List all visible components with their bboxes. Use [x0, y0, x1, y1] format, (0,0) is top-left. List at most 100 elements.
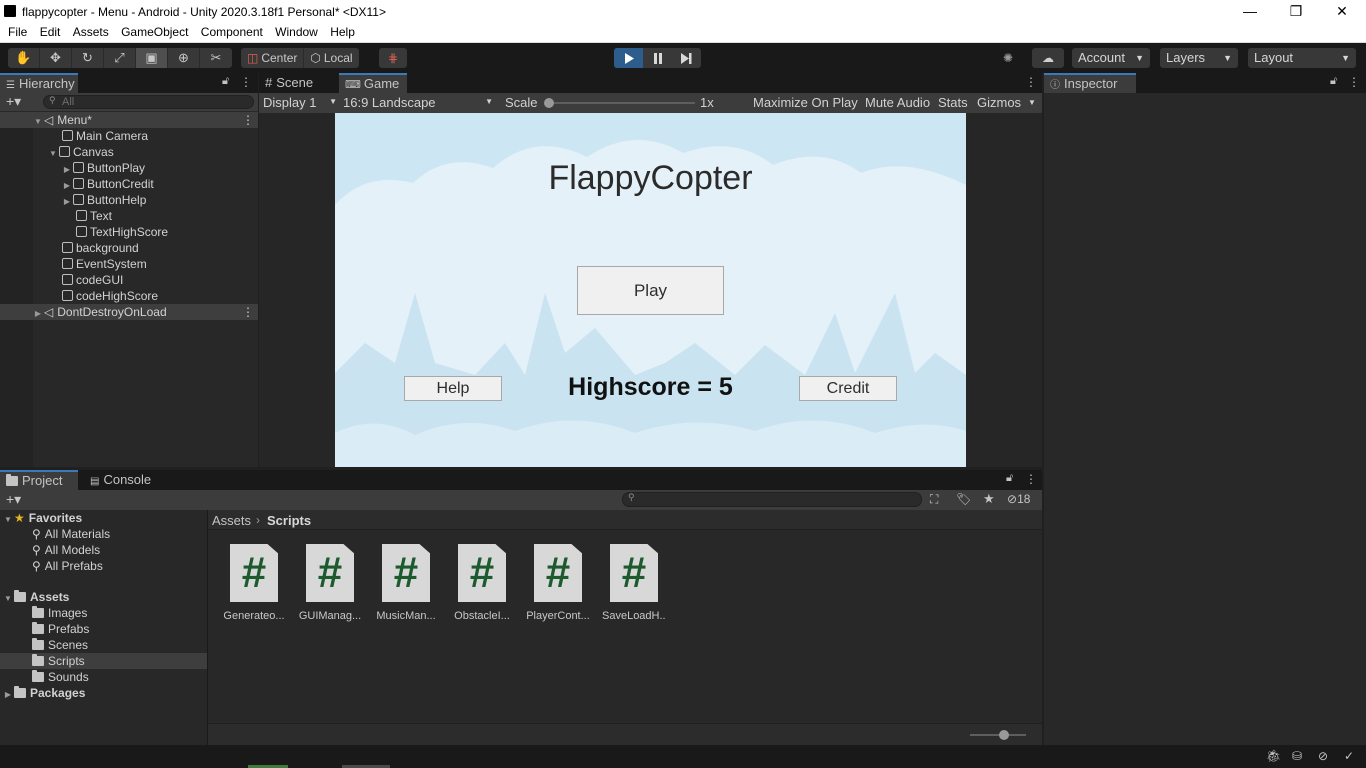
transform-tool-icon[interactable]: ⊕: [168, 48, 200, 68]
more-options-icon[interactable]: ⋮: [240, 75, 252, 89]
more-options-icon[interactable]: ⋮: [1025, 75, 1037, 89]
favorite-all-prefabs[interactable]: ⚲ All Prefabs: [32, 558, 103, 574]
tab-inspector[interactable]: ⓘ Inspector: [1044, 73, 1136, 93]
hidden-packages-toggle[interactable]: ⊘18: [1007, 492, 1030, 506]
help-game-button[interactable]: Help: [404, 376, 502, 401]
layout-dropdown[interactable]: Layout ▼: [1248, 48, 1356, 68]
favorite-all-materials[interactable]: ⚲ All Materials: [32, 526, 110, 542]
filter-by-type-icon[interactable]: ⛶: [930, 492, 938, 507]
hand-tool-icon[interactable]: ✋: [8, 48, 40, 68]
services-button[interactable]: ✺: [994, 48, 1022, 68]
tab-project[interactable]: Project: [0, 470, 78, 490]
hierarchy-item-main-camera[interactable]: Main Camera: [0, 128, 148, 144]
lock-icon[interactable]: 🔓︎: [222, 75, 229, 88]
hierarchy-item-buttonplay[interactable]: ▶ ButtonPlay: [0, 160, 145, 176]
script-asset[interactable]: # ObstacleI...: [450, 544, 514, 622]
tab-console[interactable]: ▤ Console: [84, 470, 164, 490]
custom-tool-icon[interactable]: ✂: [200, 48, 232, 68]
collab-button[interactable]: ☁: [1032, 48, 1064, 68]
menu-window[interactable]: Window: [275, 24, 318, 39]
folder-prefabs[interactable]: Prefabs: [32, 621, 89, 637]
aspect-dropdown[interactable]: 16:9 Landscape ▼: [343, 95, 495, 111]
create-add-button[interactable]: +▾: [6, 491, 21, 508]
debug-icon[interactable]: 🐞︎: [1266, 749, 1281, 763]
create-add-button[interactable]: +▾: [6, 93, 21, 110]
hierarchy-item-text[interactable]: Text: [0, 208, 112, 224]
scene-row-menu[interactable]: ▼ ◁ Menu* ⋮: [0, 112, 258, 128]
folder-scenes[interactable]: Scenes: [32, 637, 88, 653]
tab-game[interactable]: ⌨ Game: [339, 73, 407, 93]
stats-toggle[interactable]: Stats: [938, 95, 968, 110]
script-asset[interactable]: # Generateo...: [222, 544, 286, 622]
folder-scripts[interactable]: Scripts: [0, 653, 207, 669]
menu-gameobject[interactable]: GameObject: [121, 24, 188, 39]
credit-game-button[interactable]: Credit: [799, 376, 897, 401]
hierarchy-search-input[interactable]: ⚲ All: [43, 95, 254, 109]
menu-edit[interactable]: Edit: [40, 24, 61, 39]
maximize-on-play-toggle[interactable]: Maximize On Play: [753, 95, 858, 110]
project-search-input[interactable]: ⚲: [622, 492, 922, 507]
maximize-button[interactable]: ❐: [1273, 0, 1319, 24]
close-button[interactable]: ✕: [1319, 0, 1365, 24]
status-check-icon[interactable]: ✓: [1344, 749, 1354, 763]
menu-help[interactable]: Help: [330, 24, 355, 39]
icon-size-slider-handle[interactable]: [999, 730, 1009, 740]
hierarchy-item-canvas[interactable]: ▼ Canvas: [0, 144, 114, 160]
scene-row-dontdestroyonload[interactable]: ▶ ◁ DontDestroyOnLoad ⋮: [0, 304, 258, 320]
folder-images[interactable]: Images: [32, 605, 87, 621]
hierarchy-item-background[interactable]: background: [0, 240, 139, 256]
hierarchy-item-eventsystem[interactable]: EventSystem: [0, 256, 147, 272]
snap-grid-button[interactable]: ⋕: [379, 48, 407, 68]
hierarchy-item-texthighscore[interactable]: TextHighScore: [0, 224, 168, 240]
account-dropdown[interactable]: Account ▼: [1072, 48, 1150, 68]
hierarchy-item-codegui[interactable]: codeGUI: [0, 272, 123, 288]
lock-icon[interactable]: 🔓︎: [1006, 472, 1013, 485]
gizmos-dropdown-icon[interactable]: ▼: [1028, 98, 1036, 107]
tab-hierarchy[interactable]: ☰ Hierarchy: [0, 73, 78, 93]
play-button[interactable]: [614, 48, 643, 68]
step-button[interactable]: [672, 48, 701, 68]
minimize-button[interactable]: —: [1227, 0, 1273, 24]
hierarchy-item-buttoncredit[interactable]: ▶ ButtonCredit: [0, 176, 154, 192]
gizmos-toggle[interactable]: Gizmos: [977, 95, 1021, 110]
display-dropdown[interactable]: Display 1 ▼: [263, 95, 339, 111]
pause-button[interactable]: [643, 48, 672, 68]
tab-scene[interactable]: # Scene: [259, 73, 337, 93]
move-tool-icon[interactable]: ✥: [40, 48, 72, 68]
scale-slider-track[interactable]: [545, 102, 695, 104]
folder-sounds[interactable]: Sounds: [32, 669, 89, 685]
menu-file[interactable]: File: [8, 24, 27, 39]
filter-by-label-icon[interactable]: 🏷︎: [956, 492, 971, 506]
more-options-icon[interactable]: ⋮: [242, 304, 254, 320]
breadcrumb-assets[interactable]: Assets: [212, 513, 251, 528]
pivot-center-toggle[interactable]: ◫ Center: [241, 48, 305, 68]
more-options-icon[interactable]: ⋮: [242, 112, 254, 128]
play-game-button[interactable]: Play: [577, 266, 724, 315]
more-options-icon[interactable]: ⋮: [1025, 472, 1037, 486]
packages-row[interactable]: ▶ Packages: [0, 685, 85, 701]
script-asset[interactable]: # PlayerCont...: [526, 544, 590, 622]
space-local-toggle[interactable]: ⬡ Local: [304, 48, 358, 68]
game-canvas[interactable]: FlappyCopter Play Help Credit Highscore …: [335, 113, 966, 467]
more-options-icon[interactable]: ⋮: [1348, 75, 1360, 89]
scale-tool-icon[interactable]: ⤢: [104, 48, 136, 68]
icon-size-slider-track[interactable]: [970, 734, 1026, 736]
assets-row[interactable]: ▼ Assets: [0, 589, 69, 605]
favorite-all-models[interactable]: ⚲ All Models: [32, 542, 100, 558]
mute-audio-toggle[interactable]: Mute Audio: [865, 95, 930, 110]
favorites-row[interactable]: ▼ ★ Favorites: [0, 510, 82, 526]
breadcrumb-scripts[interactable]: Scripts: [267, 513, 311, 528]
script-asset[interactable]: # MusicMan...: [374, 544, 438, 622]
rect-tool-icon[interactable]: ▣: [136, 48, 168, 68]
rotate-tool-icon[interactable]: ↻: [72, 48, 104, 68]
cache-server-icon[interactable]: ⛁: [1292, 749, 1302, 763]
auto-generate-lighting-icon[interactable]: ⊘: [1318, 749, 1328, 763]
script-asset[interactable]: # GUIManag...: [298, 544, 362, 622]
favorite-star-icon[interactable]: ★: [983, 491, 995, 507]
hierarchy-item-buttonhelp[interactable]: ▶ ButtonHelp: [0, 192, 146, 208]
menu-assets[interactable]: Assets: [73, 24, 109, 39]
menu-component[interactable]: Component: [201, 24, 263, 39]
layers-dropdown[interactable]: Layers ▼: [1160, 48, 1238, 68]
scale-slider-handle[interactable]: [544, 98, 554, 108]
hierarchy-item-codehighscore[interactable]: codeHighScore: [0, 288, 158, 304]
